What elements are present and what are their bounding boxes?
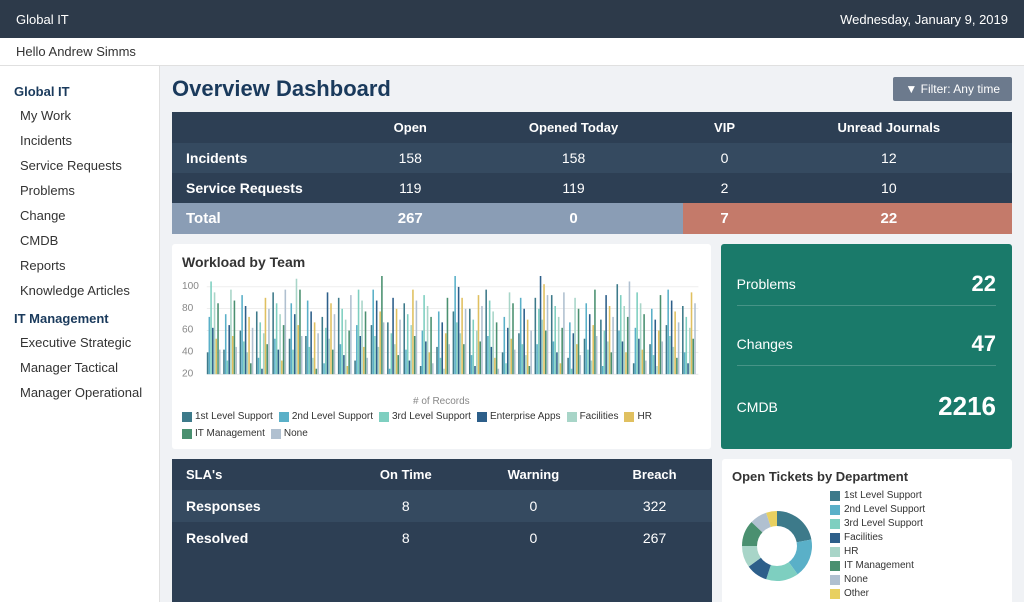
sidebar-item-my-work[interactable]: My Work xyxy=(0,103,159,128)
sla-table: SLA'sOn TimeWarningBreach Responses80322… xyxy=(172,459,712,554)
sla-header-warning: Warning xyxy=(470,459,597,490)
sidebar-item-reports[interactable]: Reports xyxy=(0,253,159,278)
middle-row: Workload by Team 100 80 60 40 20 xyxy=(172,244,1012,449)
donut-legend-item: None xyxy=(830,574,925,585)
sidebar-item-change[interactable]: Change xyxy=(0,203,159,228)
col-opened-today: Opened Today xyxy=(464,112,684,143)
workload-legend: 1st Level Support 2nd Level Support 3rd Le… xyxy=(182,411,701,439)
filter-button[interactable]: ▼ Filter: Any time xyxy=(893,77,1012,101)
sidebar-section-title: Global IT xyxy=(0,76,159,103)
greeting-bar: Hello Andrew Simms xyxy=(0,38,1024,66)
donut-legend: 1st Level Support 2nd Level Support 3rd Le… xyxy=(830,490,925,602)
main-content: Overview Dashboard ▼ Filter: Any time Op… xyxy=(160,66,1024,602)
donut-legend-item: 3rd Level Support xyxy=(830,518,925,529)
sla-row-responses: Responses80322 xyxy=(172,490,712,522)
sla-header-breach: Breach xyxy=(597,459,712,490)
dashboard-title: Overview Dashboard xyxy=(172,76,391,102)
sidebar-item-knowledge-articles[interactable]: Knowledge Articles xyxy=(0,278,159,303)
legend-item: 1st Level Support xyxy=(182,411,273,422)
metric-problems-label: Problems xyxy=(737,276,796,292)
legend-item: None xyxy=(271,428,308,439)
metric-problems-value: 22 xyxy=(972,271,996,297)
sidebar: Global ITMy WorkIncidentsService Request… xyxy=(0,66,160,602)
donut-legend-item: 1st Level Support xyxy=(830,490,925,501)
svg-text:40: 40 xyxy=(182,347,194,358)
stats-table: Open Opened Today VIP Unread Journals In… xyxy=(172,112,1012,234)
sla-card: SLA'sOn TimeWarningBreach Responses80322… xyxy=(172,459,712,602)
donut-area: 1st Level Support 2nd Level Support 3rd Le… xyxy=(732,490,1002,602)
metrics-card: Problems 22 Changes 47 CMDB 2216 xyxy=(721,244,1012,449)
donut-legend-item: HR xyxy=(830,546,925,557)
sidebar-section-title: IT Management xyxy=(0,303,159,330)
col-unread: Unread Journals xyxy=(766,112,1012,143)
sidebar-item-service-requests[interactable]: Service Requests xyxy=(0,153,159,178)
date-display: Wednesday, January 9, 2019 xyxy=(840,12,1008,27)
svg-text:80: 80 xyxy=(182,303,194,314)
sla-header-sla's: SLA's xyxy=(172,459,342,490)
metric-cmdb-label: CMDB xyxy=(737,399,778,415)
svg-text:20: 20 xyxy=(182,368,194,379)
metric-changes-value: 47 xyxy=(972,331,996,357)
stats-row-service-requests: Service Requests119119210 xyxy=(172,173,1012,203)
donut-legend-item: Facilities xyxy=(830,532,925,543)
sidebar-item-manager-tactical[interactable]: Manager Tactical xyxy=(0,355,159,380)
col-open: Open xyxy=(357,112,464,143)
sidebar-item-incidents[interactable]: Incidents xyxy=(0,128,159,153)
svg-text:60: 60 xyxy=(182,325,194,336)
legend-item: Facilities xyxy=(567,411,619,422)
workload-card: Workload by Team 100 80 60 40 20 xyxy=(172,244,711,449)
metric-changes: Changes 47 xyxy=(737,323,996,366)
sla-row-resolved: Resolved80267 xyxy=(172,522,712,554)
legend-item: HR xyxy=(624,411,651,422)
workload-title: Workload by Team xyxy=(182,254,701,270)
chart-area: 100 80 60 40 20 xyxy=(182,276,701,396)
metric-cmdb: CMDB 2216 xyxy=(737,383,996,430)
app-title: Global IT xyxy=(16,12,69,27)
top-bar: Global IT Wednesday, January 9, 2019 xyxy=(0,0,1024,38)
metric-changes-label: Changes xyxy=(737,336,793,352)
sidebar-item-cmdb[interactable]: CMDB xyxy=(0,228,159,253)
metric-problems: Problems 22 xyxy=(737,263,996,306)
bottom-row: SLA'sOn TimeWarningBreach Responses80322… xyxy=(172,459,1012,602)
legend-item: 2nd Level Support xyxy=(279,411,373,422)
donut-title: Open Tickets by Department xyxy=(732,469,1002,484)
donut-legend-item: IT Management xyxy=(830,560,925,571)
svg-text:100: 100 xyxy=(182,281,199,292)
legend-item: 3rd Level Support xyxy=(379,411,471,422)
sidebar-item-problems[interactable]: Problems xyxy=(0,178,159,203)
greeting-text: Hello Andrew Simms xyxy=(16,44,136,59)
legend-item: Enterprise Apps xyxy=(477,411,561,422)
chart-x-axis-label: # of Records xyxy=(182,396,701,407)
metric-cmdb-value: 2216 xyxy=(938,391,996,422)
donut-legend-item: 2nd Level Support xyxy=(830,504,925,515)
donut-legend-item: Other xyxy=(830,588,925,599)
col-vip: VIP xyxy=(683,112,765,143)
dashboard-title-row: Overview Dashboard ▼ Filter: Any time xyxy=(172,76,1012,102)
stats-row-incidents: Incidents158158012 xyxy=(172,143,1012,173)
stats-row-total: Total2670722 xyxy=(172,203,1012,234)
donut-card: Open Tickets by Department 1st Level Sup… xyxy=(722,459,1012,602)
sla-header-on_time: On Time xyxy=(342,459,470,490)
legend-item: IT Management xyxy=(182,428,265,439)
sidebar-item-executive-strategic[interactable]: Executive Strategic xyxy=(0,330,159,355)
sidebar-item-manager-operational[interactable]: Manager Operational xyxy=(0,380,159,405)
